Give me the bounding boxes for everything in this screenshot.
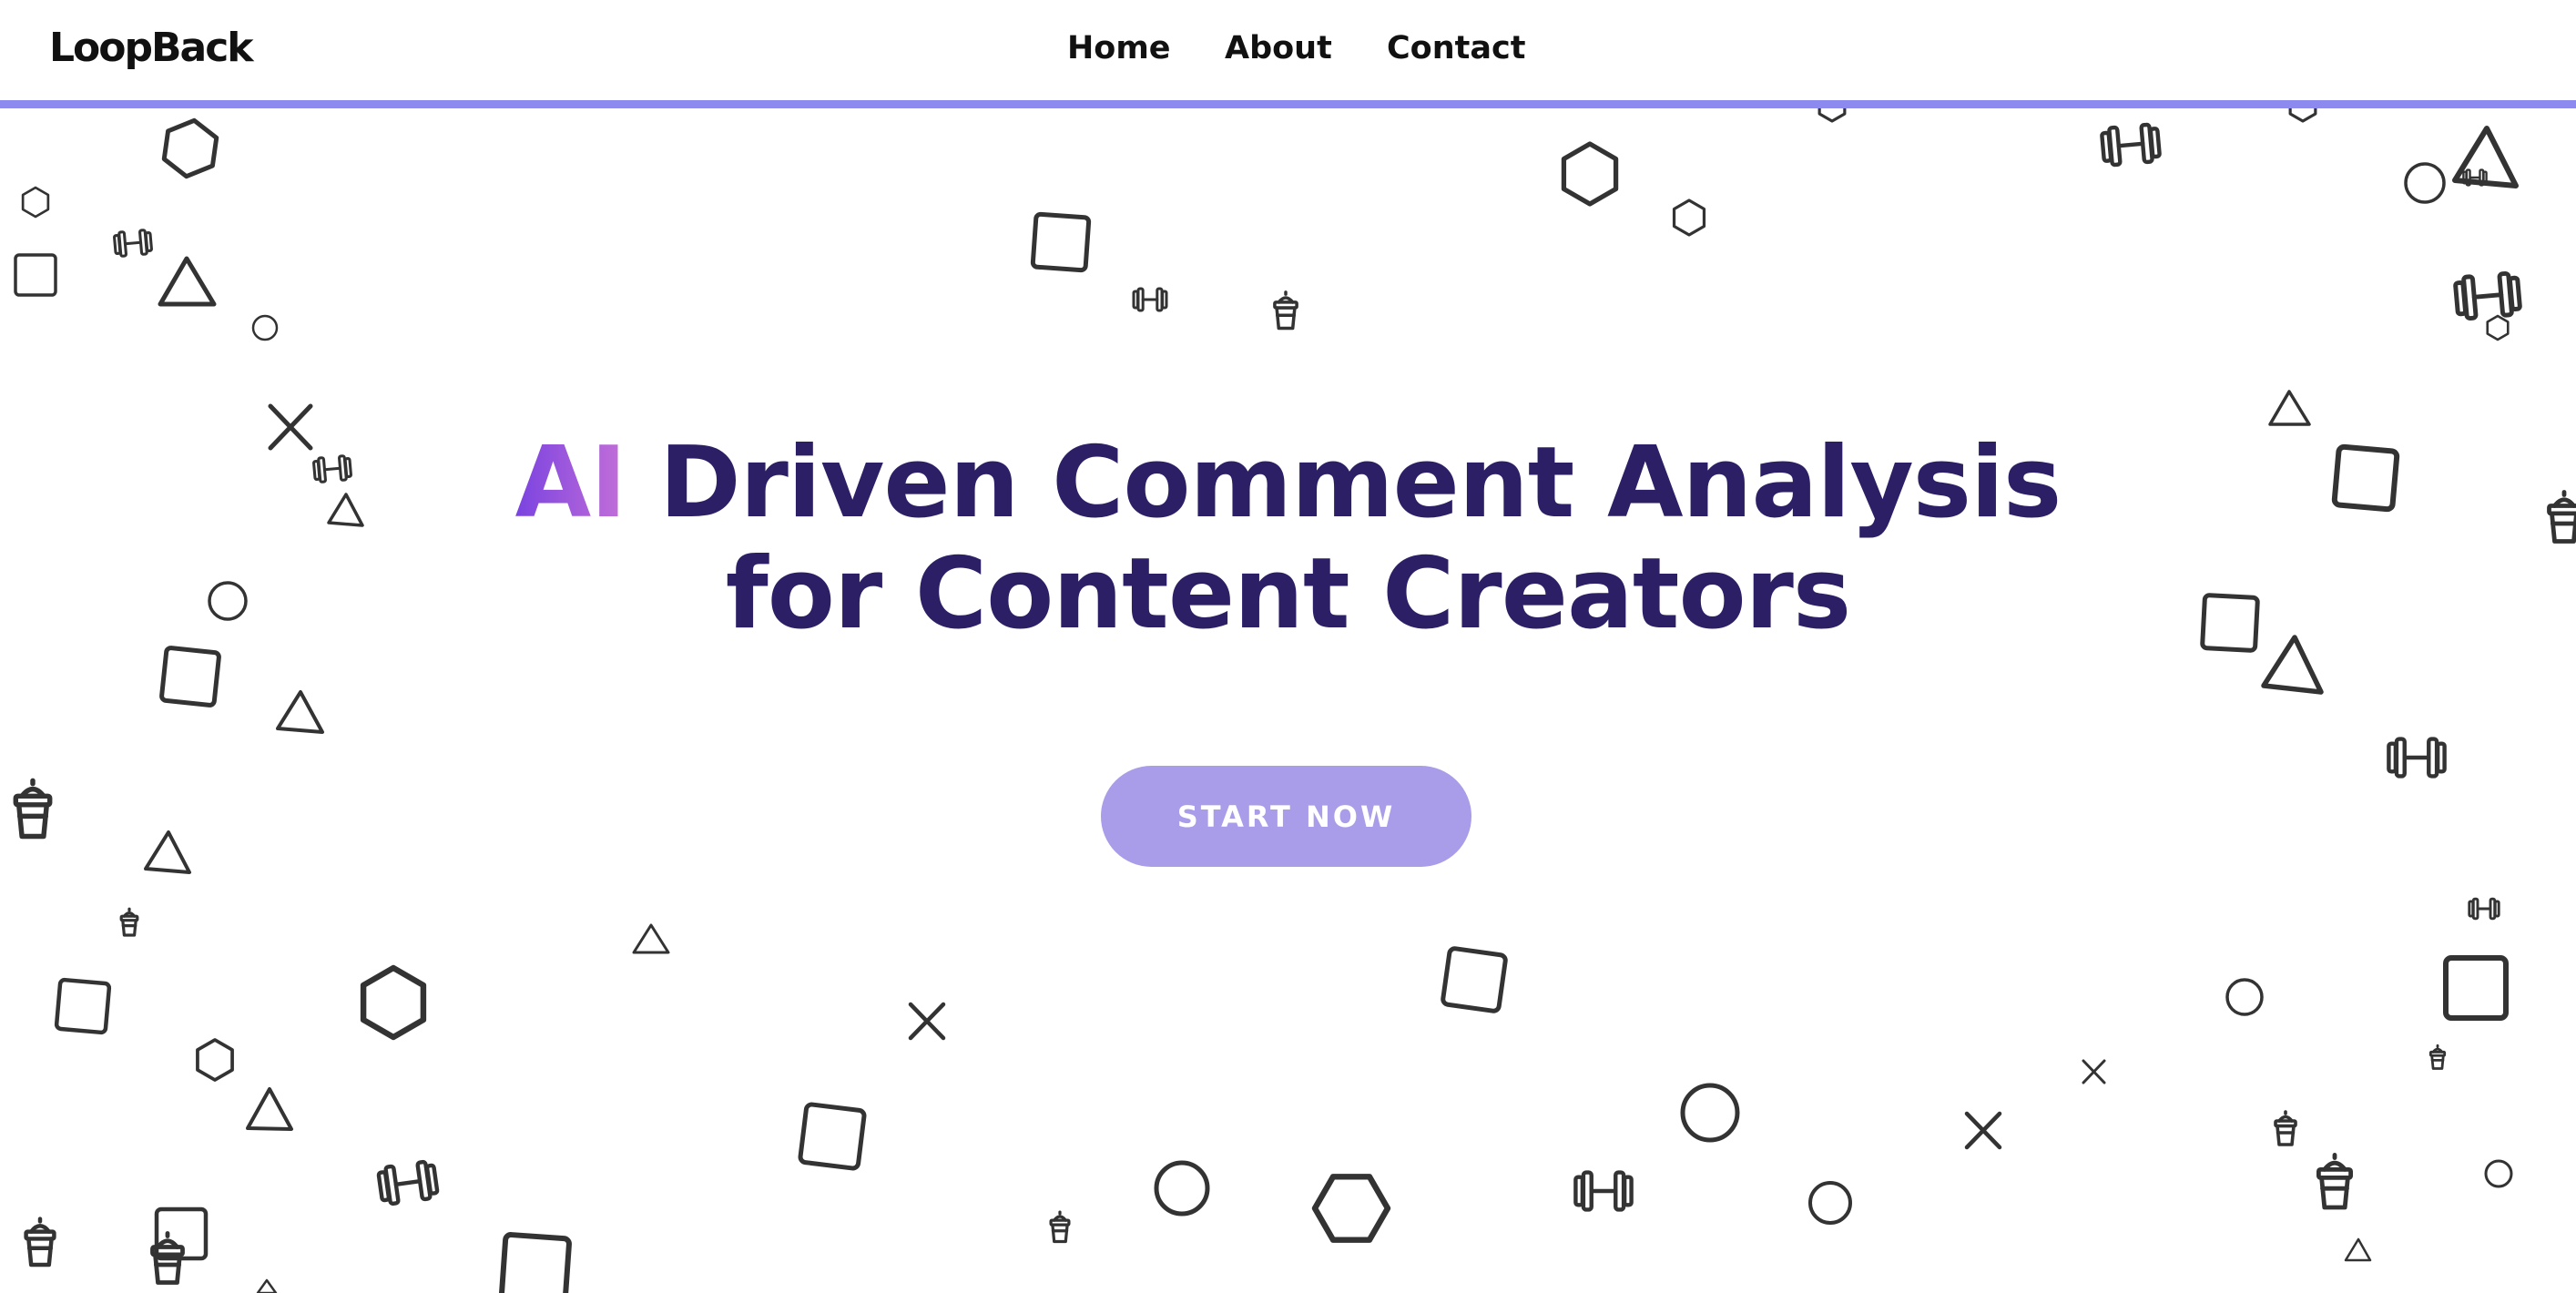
hero-title-line1: Driven Comment Analysis: [626, 426, 2062, 540]
cross-icon: [2082, 1059, 2106, 1084]
triangle-icon: [276, 690, 324, 734]
hexagon-icon: [363, 968, 423, 1037]
square-icon: [2443, 955, 2509, 1021]
square-icon: [54, 977, 112, 1035]
square-icon: [798, 1102, 867, 1171]
square-icon: [499, 1232, 572, 1293]
hexagon-icon: [1306, 1161, 1397, 1256]
cup-icon: [15, 780, 49, 836]
triangle-icon: [632, 923, 670, 954]
cup-icon: [1051, 1212, 1069, 1241]
cup-icon: [2318, 1155, 2350, 1207]
circle-icon: [2225, 978, 2264, 1016]
square-icon: [159, 646, 221, 708]
page: LoopBack Home About Contact AI Driven Co…: [0, 0, 2576, 1293]
hexagon-icon: [1675, 200, 1705, 235]
nav-link-about[interactable]: About: [1225, 20, 1332, 76]
nav-link-home[interactable]: Home: [1067, 20, 1171, 76]
navbar: LoopBack Home About Contact: [0, 0, 2576, 102]
navbar-divider: [0, 100, 2576, 108]
dumbbell-icon: [2388, 739, 2444, 777]
triangle-icon: [2344, 1237, 2372, 1262]
hero: AI Driven Comment Analysis for Content Cr…: [0, 428, 2576, 650]
circle-icon: [2404, 162, 2446, 204]
cup-icon: [1275, 292, 1297, 329]
hexagon-icon: [2488, 316, 2509, 340]
cup-icon: [26, 1219, 55, 1265]
triangle-icon: [158, 256, 217, 307]
triangle-icon: [246, 1087, 293, 1131]
dumbbell-icon: [114, 229, 152, 257]
circle-icon: [1808, 1181, 1852, 1225]
square-icon: [1441, 946, 1508, 1013]
hero-title-highlight: AI: [514, 426, 627, 540]
cup-icon: [121, 909, 137, 935]
circle-icon: [2484, 1159, 2513, 1188]
dumbbell-icon: [1575, 1173, 1631, 1210]
hexagon-icon: [1563, 144, 1615, 204]
hero-title-line2: for Content Creators: [725, 537, 1851, 651]
cup-icon: [2430, 1045, 2444, 1068]
hexagon-icon: [162, 117, 219, 180]
cup-icon: [2276, 1112, 2296, 1145]
nav-link-contact[interactable]: Contact: [1387, 20, 1525, 76]
dumbbell-icon: [1134, 289, 1166, 311]
dumbbell-icon: [378, 1161, 438, 1206]
circle-icon: [1154, 1160, 1210, 1217]
logo[interactable]: LoopBack: [49, 20, 254, 76]
hero-title: AI Driven Comment Analysis for Content Cr…: [0, 428, 2576, 650]
cross-icon: [1964, 1111, 2002, 1150]
square-icon: [14, 253, 57, 297]
hexagon-icon: [23, 188, 48, 217]
triangle-icon: [256, 1278, 278, 1293]
start-now-button[interactable]: START NOW: [1101, 766, 1471, 867]
dumbbell-icon: [2469, 899, 2499, 919]
hexagon-icon: [198, 1040, 232, 1080]
square-icon: [1030, 211, 1092, 273]
dumbbell-icon: [2102, 124, 2161, 166]
circle-icon: [1680, 1083, 1740, 1143]
triangle-icon: [2268, 390, 2311, 426]
triangle-icon: [144, 830, 191, 874]
circle-icon: [251, 314, 279, 341]
dumbbell-icon: [2455, 272, 2520, 319]
cross-icon: [908, 1002, 946, 1041]
